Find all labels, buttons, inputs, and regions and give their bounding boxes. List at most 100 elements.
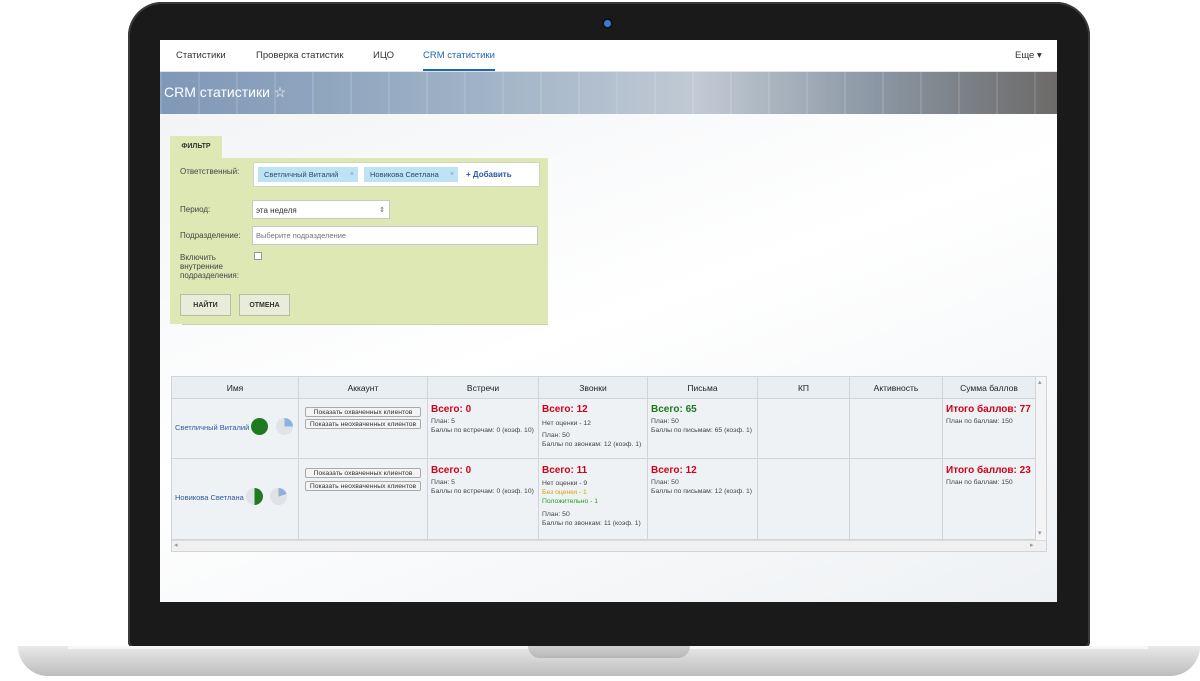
column-header-points-sum[interactable]: Сумма баллов: [943, 377, 1036, 399]
points-total: Итого баллов: 77: [946, 404, 1031, 415]
header-banner: [160, 72, 1057, 114]
table-row-1-account-cell: Показать охваченных клиентов Показать не…: [299, 399, 428, 459]
table-row-2-sum-cell: Итого баллов: 23 План по баллам: 150: [943, 459, 1036, 540]
scroll-left-icon[interactable]: ◂: [174, 541, 178, 549]
calls-total: Всего: 12: [542, 404, 588, 415]
scroll-up-icon[interactable]: ▴: [1038, 378, 1042, 386]
horizontal-scrollbar[interactable]: ◂ ▸: [172, 540, 1046, 551]
points-total: Итого баллов: 23: [946, 465, 1031, 476]
employee-link[interactable]: Новикова Светлана: [175, 493, 244, 502]
letters-total: Всего: 12: [651, 465, 697, 476]
letters-total: Всего: 65: [651, 404, 697, 415]
table-row-1-name-cell: Светличный Виталий: [172, 399, 299, 459]
column-header-name[interactable]: Имя: [172, 377, 299, 399]
column-header-calls[interactable]: Звонки: [539, 377, 648, 399]
nav-item-crm-statistics[interactable]: CRM статистики: [423, 40, 495, 71]
cancel-button[interactable]: ОТМЕНА: [239, 294, 290, 316]
responsible-label: Ответственный:: [180, 167, 240, 176]
calls-no-rating: Нет оценки - 9: [542, 480, 588, 487]
page-title: CRM статистики ☆: [164, 84, 287, 100]
table-row-1-letters-cell: Всего: 65 План: 50 Баллы по письмам: 65 …: [648, 399, 758, 459]
include-subdivisions-label-3: подразделения:: [180, 271, 239, 280]
statistics-table: Имя Аккаунт Встречи Звонки Письма КП Акт…: [171, 376, 1047, 552]
nav-item-statistics[interactable]: Статистики: [176, 40, 226, 71]
points-plan: План по баллам: 150: [946, 479, 1013, 486]
pie-chart-icon: [270, 488, 287, 505]
add-responsible-link[interactable]: + Добавить: [466, 167, 512, 182]
calls-points: Баллы по звонкам: 11 (коэф. 1): [542, 520, 641, 527]
show-covered-clients-button[interactable]: Показать охваченных клиентов: [305, 407, 421, 417]
table-row-2-letters-cell: Всего: 12 План: 50 Баллы по письмам: 12 …: [648, 459, 758, 540]
letters-points: Баллы по письмам: 12 (коэф. 1): [651, 488, 753, 495]
pie-chart-icon: [246, 488, 263, 505]
calls-plan: План: 50: [542, 432, 570, 439]
tag-svetlichny: Светличный Виталий ×: [258, 167, 358, 182]
calls-no-rating: Нет оценки - 12: [542, 420, 591, 427]
meetings-points: Баллы по встречам: 0 (коэф. 10): [431, 488, 534, 495]
scroll-right-icon[interactable]: ▸: [1030, 541, 1034, 549]
nav-more-menu[interactable]: Еще ▾: [1015, 40, 1042, 71]
tag-novikova: Новикова Светлана ×: [364, 167, 458, 182]
top-navigation: Статистики Проверка статистик ИЦО CRM ст…: [160, 40, 1057, 72]
responsible-field[interactable]: Светличный Виталий × Новикова Светлана ×…: [253, 162, 540, 187]
calls-no-grades: Без оценки - 1: [542, 489, 587, 496]
table-row-2-kp-cell: [758, 459, 850, 540]
table-row-1-activity-cell: [850, 399, 943, 459]
points-plan: План по баллам: 150: [946, 418, 1013, 425]
calls-total: Всего: 11: [542, 465, 588, 476]
nav-item-ico[interactable]: ИЦО: [373, 40, 394, 71]
calls-positive: Положительно - 1: [542, 498, 599, 505]
meetings-total: Всего: 0: [431, 465, 472, 476]
employee-link[interactable]: Светличный Виталий: [175, 423, 249, 432]
column-header-kp[interactable]: КП: [758, 377, 850, 399]
column-header-account[interactable]: Аккаунт: [299, 377, 428, 399]
pie-chart-icon: [276, 418, 293, 435]
main-content: ФИЛЬТР Ответственный: Светличный Виталий…: [160, 114, 1057, 602]
table-row-2-account-cell: Показать охваченных клиентов Показать не…: [299, 459, 428, 540]
letters-points: Баллы по письмам: 65 (коэф. 1): [651, 427, 753, 434]
banner-texture: [160, 72, 1057, 114]
table-row-1-sum-cell: Итого баллов: 77 План по баллам: 150: [943, 399, 1036, 459]
remove-tag-icon[interactable]: ×: [350, 167, 354, 182]
table-row-1-kp-cell: [758, 399, 850, 459]
meetings-total: Всего: 0: [431, 404, 472, 415]
meetings-plan: План: 5: [431, 479, 455, 486]
column-header-letters[interactable]: Письма: [648, 377, 758, 399]
calls-plan: План: 50: [542, 511, 570, 518]
include-subdivisions-checkbox[interactable]: [254, 252, 262, 260]
vertical-scrollbar[interactable]: ▴ ▾: [1036, 377, 1046, 540]
find-button[interactable]: НАЙТИ: [180, 294, 231, 316]
meetings-points: Баллы по встречам: 0 (коэф. 10): [431, 427, 534, 434]
table-row-2-meetings-cell: Всего: 0 План: 5 Баллы по встречам: 0 (к…: [428, 459, 539, 540]
table-row-1-meetings-cell: Всего: 0 План: 5 Баллы по встречам: 0 (к…: [428, 399, 539, 459]
pie-chart-icon: [251, 418, 268, 435]
nav-item-check-statistics[interactable]: Проверка статистик: [256, 40, 343, 71]
scroll-down-icon[interactable]: ▾: [1038, 529, 1042, 537]
filter-tab[interactable]: ФИЛЬТР: [170, 136, 222, 158]
laptop-notch: [528, 646, 690, 658]
column-header-meetings[interactable]: Встречи: [428, 377, 539, 399]
department-input[interactable]: [252, 226, 538, 245]
letters-plan: План: 50: [651, 418, 679, 425]
table-row-2-name-cell: Новикова Светлана: [172, 459, 299, 540]
table-row-2-calls-cell: Всего: 11 Нет оценки - 9 Без оценки - 1 …: [539, 459, 648, 540]
remove-tag-icon[interactable]: ×: [450, 167, 454, 182]
letters-plan: План: 50: [651, 479, 679, 486]
period-value: эта неделя: [256, 206, 297, 215]
filter-divider: [182, 324, 548, 325]
period-select[interactable]: эта неделя ⇕: [252, 200, 390, 219]
select-arrows-icon: ⇕: [379, 207, 385, 214]
column-header-activity[interactable]: Активность: [850, 377, 943, 399]
show-covered-clients-button[interactable]: Показать охваченных клиентов: [305, 468, 421, 478]
screen: Статистики Проверка статистик ИЦО CRM ст…: [160, 40, 1057, 602]
camera-icon: [604, 20, 611, 27]
table-row-1-calls-cell: Всего: 12 Нет оценки - 12 План: 50 Баллы…: [539, 399, 648, 459]
department-label: Подразделение:: [180, 231, 241, 240]
tag-label: Новикова Светлана: [370, 170, 439, 179]
meetings-plan: План: 5: [431, 418, 455, 425]
table-row-2-activity-cell: [850, 459, 943, 540]
filter-panel: Ответственный: Светличный Виталий × Нови…: [170, 158, 548, 325]
show-uncovered-clients-button[interactable]: Показать неохваченных клиентов: [305, 481, 421, 491]
show-uncovered-clients-button[interactable]: Показать неохваченных клиентов: [305, 419, 421, 429]
calls-points: Баллы по звонкам: 12 (коэф. 1): [542, 441, 642, 448]
